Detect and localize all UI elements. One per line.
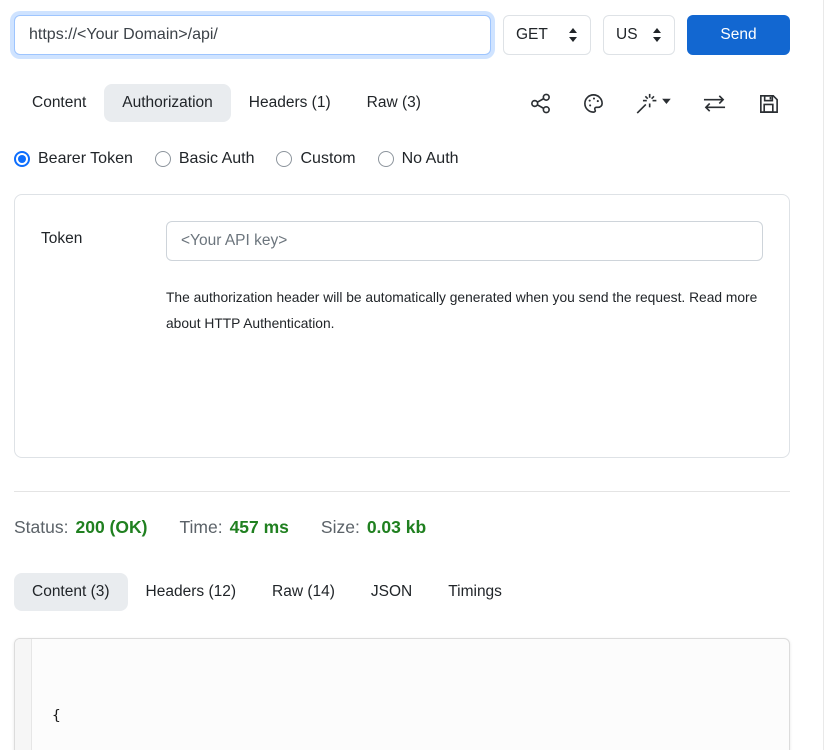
time-value: 457 ms (230, 517, 289, 537)
status-label: Status: (14, 517, 68, 537)
radio-icon (155, 151, 171, 167)
radio-icon (276, 151, 292, 167)
status-value: 200 (OK) (75, 517, 147, 537)
size-label: Size: (321, 517, 360, 537)
response-status-row: Status: 200 (OK) Time: 457 ms Size: 0.03 kb (14, 517, 790, 538)
radio-label: No Auth (402, 150, 459, 168)
status-code: Status: 200 (OK) (14, 517, 147, 538)
swap-arrows-icon[interactable] (702, 92, 727, 115)
token-label: Token (41, 221, 166, 431)
radio-icon (14, 151, 30, 167)
radio-icon (378, 151, 394, 167)
tab-response-timings[interactable]: Timings (430, 573, 520, 611)
auth-type-radios: Bearer Token Basic Auth Custom No Auth (14, 150, 790, 168)
token-input[interactable] (166, 221, 763, 261)
palette-icon[interactable] (582, 92, 605, 115)
radio-no-auth[interactable]: No Auth (378, 150, 459, 168)
radio-custom[interactable]: Custom (276, 150, 355, 168)
response-body-code-block: { "message": "API running." } (14, 638, 790, 750)
code-gutter (15, 639, 32, 750)
code-line: { (52, 704, 306, 729)
response-tabs-row: Content (3) Headers (12) Raw (14) JSON T… (14, 573, 790, 611)
auth-panel: Token The authorization header will be a… (14, 194, 790, 458)
tab-raw[interactable]: Raw (3) (349, 84, 439, 122)
url-input[interactable] (14, 15, 491, 55)
tab-response-json[interactable]: JSON (353, 573, 430, 611)
updown-arrows-icon (568, 28, 578, 42)
response-time: Time: 457 ms (179, 517, 288, 538)
page-right-divider (823, 0, 824, 750)
share-nodes-icon[interactable] (529, 92, 552, 115)
tab-response-raw[interactable]: Raw (14) (254, 573, 353, 611)
radio-label: Basic Auth (179, 150, 255, 168)
method-select[interactable]: GET (503, 15, 591, 55)
section-divider (14, 491, 790, 492)
tab-content[interactable]: Content (14, 84, 104, 122)
response-json-code: { "message": "API running." } (32, 639, 326, 750)
response-size: Size: 0.03 kb (321, 517, 426, 538)
region-select[interactable]: US (603, 15, 675, 55)
token-helper-text: The authorization header will be automat… (166, 285, 761, 336)
request-tabs-row: Content Authorization Headers (1) Raw (3… (14, 84, 790, 122)
api-client-page: GET US Send Content Authorization Header… (0, 0, 837, 750)
radio-label: Bearer Token (38, 150, 133, 168)
updown-arrows-icon (652, 28, 662, 42)
size-value: 0.03 kb (367, 517, 426, 537)
method-select-value: GET (516, 26, 548, 44)
tab-response-content[interactable]: Content (3) (14, 573, 128, 611)
tab-authorization[interactable]: Authorization (104, 84, 230, 122)
time-label: Time: (179, 517, 222, 537)
request-bar: GET US Send (14, 15, 790, 55)
save-icon[interactable] (757, 92, 780, 115)
magic-wand-dropdown-icon[interactable] (635, 92, 672, 115)
radio-basic-auth[interactable]: Basic Auth (155, 150, 255, 168)
radio-bearer-token[interactable]: Bearer Token (14, 150, 133, 168)
tab-response-headers[interactable]: Headers (12) (128, 573, 254, 611)
radio-label: Custom (300, 150, 355, 168)
send-button[interactable]: Send (687, 15, 790, 55)
toolbar (529, 92, 790, 115)
token-area: The authorization header will be automat… (166, 221, 763, 431)
tab-headers[interactable]: Headers (1) (231, 84, 349, 122)
region-select-value: US (616, 26, 638, 44)
